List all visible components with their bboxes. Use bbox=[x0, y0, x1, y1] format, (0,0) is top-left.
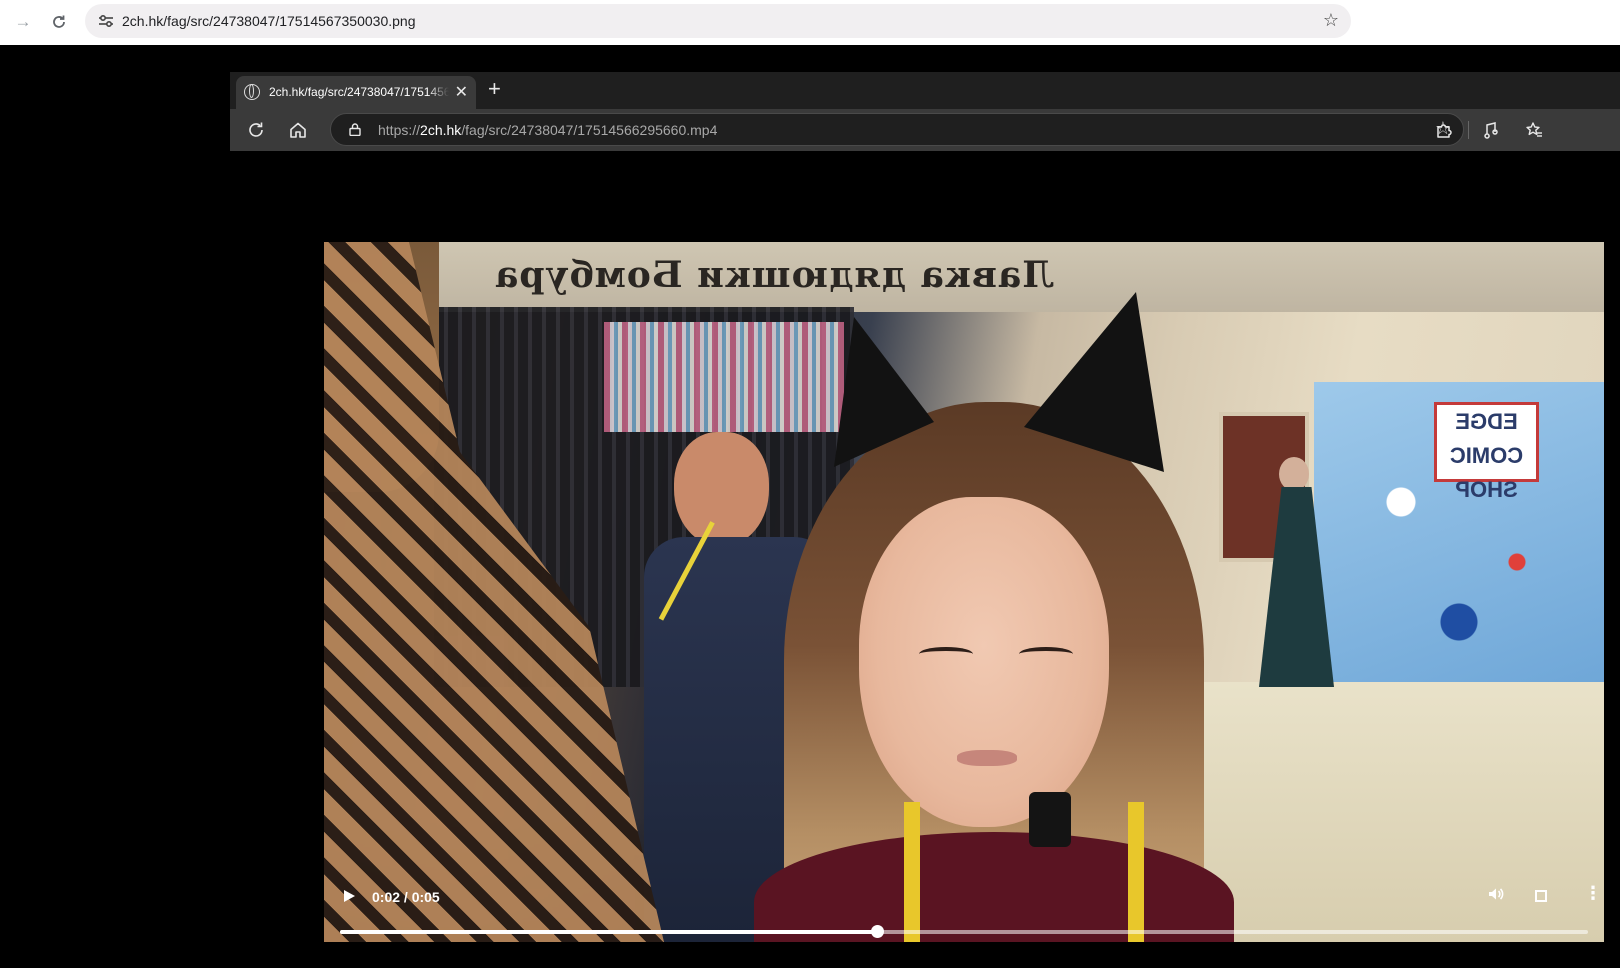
woman-foreground bbox=[754, 402, 1234, 942]
clip-microphone bbox=[1029, 792, 1071, 847]
site-info-icon[interactable] bbox=[97, 12, 115, 30]
url-path: /fag/src/24738047/17514566295660.mp4 bbox=[461, 122, 718, 138]
progress-bar[interactable] bbox=[340, 925, 1588, 938]
refresh-icon[interactable] bbox=[244, 118, 268, 142]
forward-icon[interactable]: → bbox=[10, 9, 36, 35]
inner-toolbar: https://2ch.hk/fag/src/24738047/17514566… bbox=[230, 109, 1620, 151]
progress-fill bbox=[340, 930, 877, 934]
more-options-icon[interactable]: ⋮ bbox=[1584, 883, 1602, 904]
walking-person bbox=[1239, 457, 1349, 697]
video-player[interactable]: Лавка дядюшки Бомбура EDGE COMIC SHOP bbox=[324, 242, 1604, 942]
tab-video[interactable]: 2ch.hk/fag/src/24738047/17514566295660.m… bbox=[236, 76, 476, 109]
woman-eye-right bbox=[1019, 647, 1073, 661]
shop-sign: Лавка дядюшки Бомбура bbox=[494, 254, 1055, 296]
close-tab-icon[interactable]: ✕ bbox=[455, 82, 468, 102]
inner-address-bar[interactable]: https://2ch.hk/fag/src/24738047/17514566… bbox=[330, 113, 1464, 146]
woman-face bbox=[859, 497, 1109, 827]
lock-icon[interactable] bbox=[349, 123, 361, 136]
walker-head bbox=[1279, 457, 1309, 491]
favorites-icon[interactable] bbox=[1522, 118, 1546, 142]
globe-icon bbox=[244, 84, 260, 100]
time-display: 0:02 / 0:05 bbox=[372, 889, 440, 905]
inner-url-text[interactable]: https://2ch.hk/fag/src/24738047/17514566… bbox=[378, 122, 717, 138]
inner-browser-window: 2ch.hk/fag/src/24738047/17514566295660.m… bbox=[230, 45, 1620, 968]
walker-body bbox=[1259, 487, 1334, 687]
read-aloud-icon[interactable] bbox=[1480, 118, 1504, 142]
toolbar-divider bbox=[1468, 121, 1469, 139]
tab-strip: 2ch.hk/fag/src/24738047/17514566295660.m… bbox=[230, 72, 1620, 109]
banner-logo: EDGE COMIC SHOP bbox=[1434, 402, 1539, 502]
reload-icon[interactable] bbox=[46, 9, 72, 35]
url-scheme: https:// bbox=[378, 122, 421, 138]
page-background bbox=[0, 45, 230, 968]
home-icon[interactable] bbox=[286, 118, 310, 142]
play-icon[interactable] bbox=[344, 890, 355, 902]
url-host: 2ch.hk bbox=[420, 122, 462, 138]
woman-eye-left bbox=[919, 647, 973, 661]
outer-url-text[interactable]: 2ch.hk/fag/src/24738047/17514567350030.p… bbox=[122, 13, 415, 29]
outer-address-bar[interactable]: 2ch.hk/fag/src/24738047/17514567350030.p… bbox=[85, 4, 1351, 38]
new-tab-button[interactable]: + bbox=[488, 77, 501, 101]
bookmark-star-icon[interactable]: ☆ bbox=[1323, 10, 1339, 31]
extensions-icon[interactable] bbox=[1432, 118, 1456, 142]
woman-lips bbox=[957, 750, 1017, 766]
volume-icon[interactable] bbox=[1487, 885, 1505, 908]
progress-thumb[interactable] bbox=[870, 925, 884, 938]
outer-browser-toolbar: → 2ch.hk/fag/src/24738047/17514567350030… bbox=[0, 0, 1620, 45]
video-controls: 0:02 / 0:05 ⋮ bbox=[324, 879, 1604, 942]
tab-title: 2ch.hk/fag/src/24738047/17514566295660.m… bbox=[269, 85, 449, 99]
fullscreen-icon[interactable] bbox=[1535, 890, 1547, 902]
